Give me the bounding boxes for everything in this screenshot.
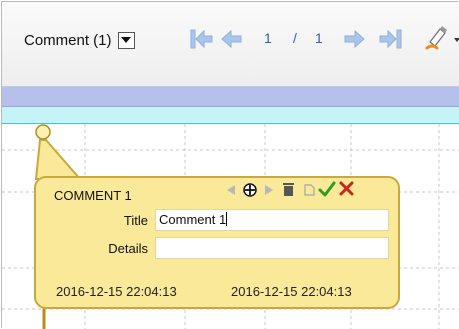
copy-icon[interactable] (302, 182, 316, 197)
page-separator: / (293, 30, 297, 46)
next-comment-icon[interactable] (264, 184, 274, 196)
modified-timestamp: 2016-12-15 22:04:13 (231, 284, 352, 299)
title-field[interactable]: Comment 1 (155, 209, 389, 231)
last-page-icon[interactable] (378, 28, 404, 50)
details-field[interactable] (155, 237, 389, 259)
next-page-icon[interactable] (342, 28, 366, 50)
comment-callout: COMMENT 1 Title Comment 1 Details 2016-1… (34, 176, 400, 309)
title-field-label: Title (123, 213, 148, 228)
close-icon[interactable] (338, 180, 355, 197)
highlighter-pen-icon[interactable] (424, 24, 450, 52)
comment-select-value: Comment (1) (24, 31, 112, 49)
timeline-band-blue (2, 87, 459, 107)
toolbar: Comment (1) 1 / 1 (2, 2, 459, 87)
move-icon[interactable] (242, 182, 258, 198)
current-page-field[interactable]: 1 (264, 30, 272, 46)
previous-comment-icon[interactable] (226, 184, 236, 196)
text-cursor (226, 212, 228, 226)
dropdown-arrow-icon[interactable] (117, 31, 135, 49)
comment-title-label: COMMENT 1 (54, 188, 132, 203)
comment-select[interactable]: Comment (1) (24, 27, 135, 53)
marker-handle-icon (35, 124, 51, 140)
total-pages: 1 (315, 30, 323, 46)
delete-icon[interactable] (282, 182, 295, 197)
details-field-label: Details (108, 241, 148, 256)
previous-page-icon[interactable] (220, 28, 244, 50)
confirm-icon[interactable] (318, 180, 336, 198)
tool-dropdown-caret-icon[interactable] (454, 38, 459, 42)
first-page-icon[interactable] (188, 28, 214, 50)
title-field-value: Comment 1 (159, 212, 227, 227)
created-timestamp: 2016-12-15 22:04:13 (56, 284, 177, 299)
